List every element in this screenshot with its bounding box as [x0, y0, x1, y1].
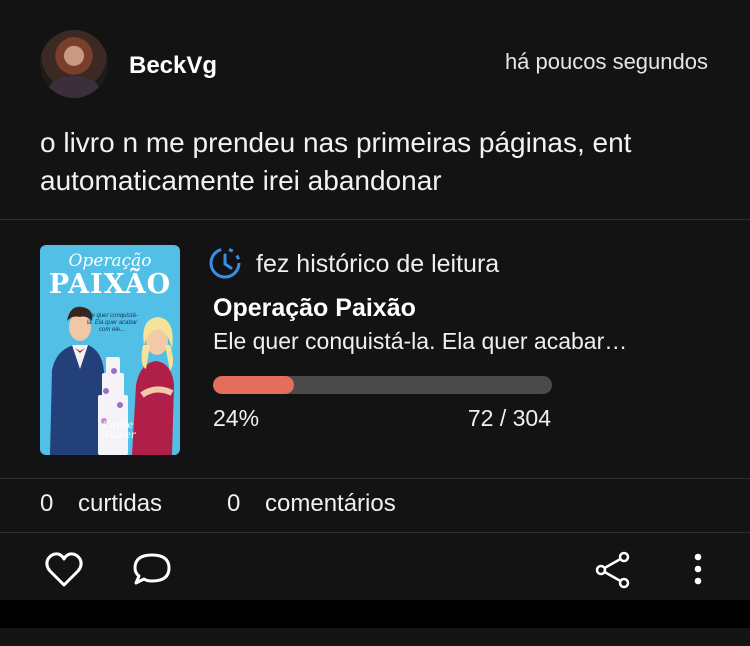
post-card: BeckVg há poucos segundos o livro n me p… [0, 0, 750, 600]
cover-tagline: Ele quer conquistá-la. Ela quer acabar c… [86, 313, 138, 333]
post-text: o livro n me prendeu nas primeiras págin… [40, 127, 632, 196]
next-post-edge [0, 628, 750, 646]
feed-gap [0, 600, 750, 628]
avatar-shoulders [48, 76, 100, 98]
username[interactable]: BeckVg [129, 52, 217, 80]
divider [0, 219, 750, 220]
reading-progress-fill [213, 376, 295, 394]
cover-title: PAIXÃO [48, 269, 172, 300]
comment-icon[interactable] [130, 548, 174, 592]
progress-percent: 24% [213, 405, 260, 431]
post-timestamp: há poucos segundos [504, 49, 708, 74]
book-cover[interactable]: Operação PAIXÃO Ele quer conquistá-la. E… [40, 245, 180, 455]
comments-label[interactable]: comentários [265, 490, 396, 518]
likes-count: 0 [40, 490, 54, 517]
share-icon[interactable] [592, 548, 636, 592]
book-title[interactable]: Operação Paixão [213, 294, 416, 323]
cover-author: Carlie Walker [100, 420, 136, 441]
activity-label: fez histórico de leitura [256, 250, 500, 278]
divider [0, 532, 750, 533]
progress-pages: 72 / 304 [467, 405, 551, 431]
avatar[interactable] [40, 30, 108, 98]
divider [0, 478, 750, 479]
heart-icon[interactable] [42, 548, 86, 592]
cover-title-script: Operação [68, 251, 152, 271]
book-description: Ele quer conquistá-la. Ela quer acabar… [213, 328, 628, 354]
reading-progress-bar [213, 376, 552, 394]
history-icon [209, 247, 241, 279]
more-vertical-icon[interactable] [676, 548, 720, 592]
comments-count: 0 [227, 490, 241, 517]
likes-label[interactable]: curtidas [78, 490, 162, 518]
